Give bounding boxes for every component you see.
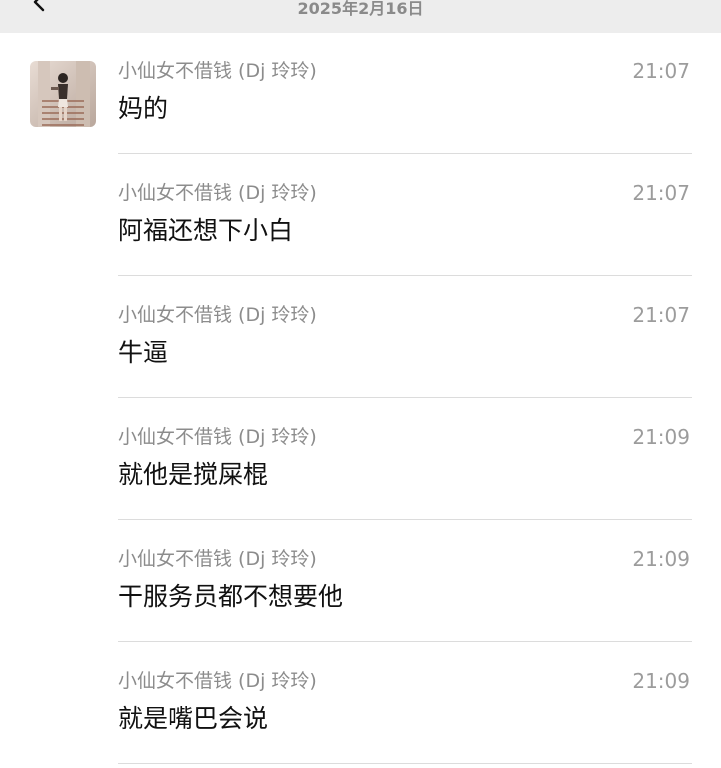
- message-item[interactable]: 小仙女不借钱 (Dj 玲玲) 21:07 牛逼: [118, 304, 692, 426]
- message-divider: [118, 641, 692, 642]
- message-time: 21:07: [632, 181, 690, 205]
- message-text: 牛逼: [118, 338, 169, 367]
- message-divider: [118, 275, 692, 276]
- message-divider: [118, 397, 692, 398]
- sender-name: 小仙女不借钱 (Dj 玲玲): [118, 304, 317, 326]
- message-text: 就他是搅屎棍: [118, 460, 269, 489]
- message-text: 妈的: [118, 94, 169, 123]
- date-header-bar: 2025年2月16日: [0, 0, 721, 33]
- message-time: 21:09: [632, 547, 690, 571]
- sender-name: 小仙女不借钱 (Dj 玲玲): [118, 670, 317, 692]
- message-divider: [118, 763, 692, 764]
- message-text: 干服务员都不想要他: [118, 582, 344, 611]
- message-item[interactable]: 小仙女不借钱 (Dj 玲玲) 21:07 妈的: [118, 60, 692, 182]
- sender-avatar[interactable]: [30, 61, 96, 127]
- sender-name: 小仙女不借钱 (Dj 玲玲): [118, 548, 317, 570]
- message-item[interactable]: 小仙女不借钱 (Dj 玲玲) 21:09 就他是搅屎棍: [118, 426, 692, 548]
- sender-name: 小仙女不借钱 (Dj 玲玲): [118, 182, 317, 204]
- message-item[interactable]: 小仙女不借钱 (Dj 玲玲) 21:09 干服务员都不想要他: [118, 548, 692, 670]
- message-time: 21:09: [632, 425, 690, 449]
- chat-history-page: 2025年2月16日 小仙女不借钱 (Dj 玲玲) 21:07 妈的 小仙女不借…: [0, 0, 721, 768]
- message-divider: [118, 519, 692, 520]
- sender-name: 小仙女不借钱 (Dj 玲玲): [118, 426, 317, 448]
- message-time: 21:09: [632, 669, 690, 693]
- message-text: 阿福还想下小白: [118, 216, 294, 245]
- message-time: 21:07: [632, 303, 690, 327]
- message-text: 就是嘴巴会说: [118, 704, 269, 733]
- message-item[interactable]: 小仙女不借钱 (Dj 玲玲) 21:07 阿福还想下小白: [118, 182, 692, 304]
- message-divider: [118, 153, 692, 154]
- date-label: 2025年2月16日: [297, 0, 424, 18]
- sender-name: 小仙女不借钱 (Dj 玲玲): [118, 60, 317, 82]
- message-item[interactable]: 小仙女不借钱 (Dj 玲玲) 21:09 就是嘴巴会说: [118, 670, 692, 768]
- message-time: 21:07: [632, 59, 690, 83]
